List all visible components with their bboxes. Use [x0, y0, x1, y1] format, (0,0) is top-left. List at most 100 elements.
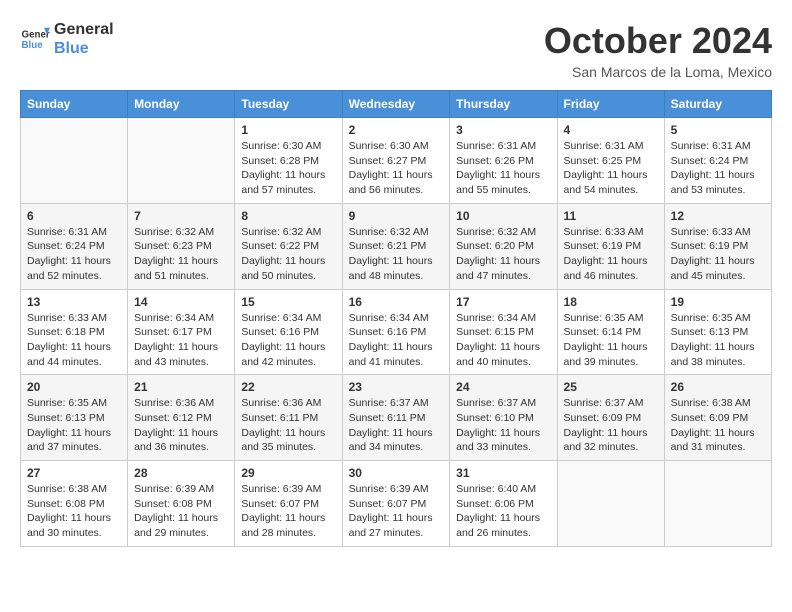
page-header: General Blue General Blue October 2024 S… [20, 20, 772, 80]
day-number: 28 [134, 466, 228, 480]
day-cell: 30 Sunrise: 6:39 AMSunset: 6:07 PMDayligh… [342, 461, 450, 547]
day-info: Sunrise: 6:32 AMSunset: 6:22 PMDaylight:… [241, 225, 335, 284]
day-info: Sunrise: 6:38 AMSunset: 6:09 PMDaylight:… [671, 396, 765, 455]
day-number: 18 [564, 295, 658, 309]
month-title: October 2024 [544, 20, 772, 62]
day-number: 17 [456, 295, 550, 309]
day-info: Sunrise: 6:34 AMSunset: 6:15 PMDaylight:… [456, 311, 550, 370]
day-cell: 10 Sunrise: 6:32 AMSunset: 6:20 PMDayligh… [450, 203, 557, 289]
day-cell: 24Sunrise: 6:37 AMSunset: 6:10 PMDayligh… [450, 375, 557, 461]
day-info: Sunrise: 6:32 AMSunset: 6:20 PMDaylight:… [456, 225, 550, 284]
day-number: 22 [241, 380, 335, 394]
day-info: Sunrise: 6:31 AMSunset: 6:24 PMDaylight:… [27, 225, 121, 284]
day-info: Sunrise: 6:39 AMSunset: 6:07 PMDaylight:… [241, 482, 335, 541]
day-info: Sunrise: 6:35 AMSunset: 6:13 PMDaylight:… [671, 311, 765, 370]
day-number: 19 [671, 295, 765, 309]
day-info: Sunrise: 6:39 AMSunset: 6:07 PMDaylight:… [349, 482, 444, 541]
day-number: 25 [564, 380, 658, 394]
logo-line2: Blue [54, 39, 114, 58]
day-number: 15 [241, 295, 335, 309]
day-info: Sunrise: 6:34 AMSunset: 6:17 PMDaylight:… [134, 311, 228, 370]
day-number: 3 [456, 123, 550, 137]
day-cell: 3 Sunrise: 6:31 AMSunset: 6:26 PMDaylight… [450, 118, 557, 204]
day-cell: 19 Sunrise: 6:35 AMSunset: 6:13 PMDayligh… [664, 289, 771, 375]
day-info: Sunrise: 6:37 AMSunset: 6:10 PMDaylight:… [456, 396, 550, 455]
day-cell: 18 Sunrise: 6:35 AMSunset: 6:14 PMDayligh… [557, 289, 664, 375]
day-cell [21, 118, 128, 204]
day-info: Sunrise: 6:32 AMSunset: 6:23 PMDaylight:… [134, 225, 228, 284]
day-info: Sunrise: 6:30 AMSunset: 6:27 PMDaylight:… [349, 139, 444, 198]
day-header-wednesday: Wednesday [342, 91, 450, 118]
day-info: Sunrise: 6:32 AMSunset: 6:21 PMDaylight:… [349, 225, 444, 284]
day-number: 11 [564, 209, 658, 223]
day-cell [664, 461, 771, 547]
day-cell: 8 Sunrise: 6:32 AMSunset: 6:22 PMDaylight… [235, 203, 342, 289]
day-cell: 25 Sunrise: 6:37 AMSunset: 6:09 PMDayligh… [557, 375, 664, 461]
day-info: Sunrise: 6:33 AMSunset: 6:19 PMDaylight:… [671, 225, 765, 284]
day-cell: 6 Sunrise: 6:31 AMSunset: 6:24 PMDaylight… [21, 203, 128, 289]
day-header-monday: Monday [128, 91, 235, 118]
day-number: 7 [134, 209, 228, 223]
calendar-table: SundayMondayTuesdayWednesdayThursdayFrid… [20, 90, 772, 547]
day-cell: 12 Sunrise: 6:33 AMSunset: 6:19 PMDayligh… [664, 203, 771, 289]
logo: General Blue General Blue [20, 20, 114, 58]
day-number: 10 [456, 209, 550, 223]
logo-icon: General Blue [20, 24, 50, 54]
day-cell: 20 Sunrise: 6:35 AMSunset: 6:13 PMDayligh… [21, 375, 128, 461]
day-info: Sunrise: 6:31 AMSunset: 6:26 PMDaylight:… [456, 139, 550, 198]
day-number: 30 [349, 466, 444, 480]
day-number: 21 [134, 380, 228, 394]
day-info: Sunrise: 6:38 AMSunset: 6:08 PMDaylight:… [27, 482, 121, 541]
day-header-tuesday: Tuesday [235, 91, 342, 118]
day-info: Sunrise: 6:35 AMSunset: 6:14 PMDaylight:… [564, 311, 658, 370]
day-cell: 23 Sunrise: 6:37 AMSunset: 6:11 PMDayligh… [342, 375, 450, 461]
day-cell [557, 461, 664, 547]
day-cell: 17 Sunrise: 6:34 AMSunset: 6:15 PMDayligh… [450, 289, 557, 375]
day-number: 1 [241, 123, 335, 137]
day-number: 31 [456, 466, 550, 480]
day-cell: 27Sunrise: 6:38 AMSunset: 6:08 PMDayligh… [21, 461, 128, 547]
day-cell: 1Sunrise: 6:30 AMSunset: 6:28 PMDaylight… [235, 118, 342, 204]
day-cell: 7 Sunrise: 6:32 AMSunset: 6:23 PMDaylight… [128, 203, 235, 289]
day-cell: 26 Sunrise: 6:38 AMSunset: 6:09 PMDayligh… [664, 375, 771, 461]
day-cell: 21Sunrise: 6:36 AMSunset: 6:12 PMDayligh… [128, 375, 235, 461]
day-cell: 14Sunrise: 6:34 AMSunset: 6:17 PMDayligh… [128, 289, 235, 375]
day-number: 4 [564, 123, 658, 137]
week-row-3: 13Sunrise: 6:33 AMSunset: 6:18 PMDayligh… [21, 289, 772, 375]
day-cell: 29Sunrise: 6:39 AMSunset: 6:07 PMDayligh… [235, 461, 342, 547]
day-number: 23 [349, 380, 444, 394]
day-cell: 11 Sunrise: 6:33 AMSunset: 6:19 PMDayligh… [557, 203, 664, 289]
day-cell: 31 Sunrise: 6:40 AMSunset: 6:06 PMDayligh… [450, 461, 557, 547]
logo-line1: General [54, 20, 114, 39]
day-number: 6 [27, 209, 121, 223]
day-info: Sunrise: 6:35 AMSunset: 6:13 PMDaylight:… [27, 396, 121, 455]
title-block: October 2024 San Marcos de la Loma, Mexi… [544, 20, 772, 80]
location: San Marcos de la Loma, Mexico [544, 64, 772, 80]
day-cell: 28 Sunrise: 6:39 AMSunset: 6:08 PMDayligh… [128, 461, 235, 547]
week-row-1: 1Sunrise: 6:30 AMSunset: 6:28 PMDaylight… [21, 118, 772, 204]
day-cell: 2Sunrise: 6:30 AMSunset: 6:27 PMDaylight… [342, 118, 450, 204]
day-info: Sunrise: 6:37 AMSunset: 6:11 PMDaylight:… [349, 396, 444, 455]
day-cell: 4 Sunrise: 6:31 AMSunset: 6:25 PMDaylight… [557, 118, 664, 204]
day-cell: 15Sunrise: 6:34 AMSunset: 6:16 PMDayligh… [235, 289, 342, 375]
day-info: Sunrise: 6:39 AMSunset: 6:08 PMDaylight:… [134, 482, 228, 541]
day-number: 12 [671, 209, 765, 223]
week-row-5: 27Sunrise: 6:38 AMSunset: 6:08 PMDayligh… [21, 461, 772, 547]
day-number: 13 [27, 295, 121, 309]
day-cell [128, 118, 235, 204]
day-info: Sunrise: 6:33 AMSunset: 6:19 PMDaylight:… [564, 225, 658, 284]
day-cell: 9Sunrise: 6:32 AMSunset: 6:21 PMDaylight… [342, 203, 450, 289]
day-cell: 13Sunrise: 6:33 AMSunset: 6:18 PMDayligh… [21, 289, 128, 375]
header-row: SundayMondayTuesdayWednesdayThursdayFrid… [21, 91, 772, 118]
day-cell: 22 Sunrise: 6:36 AMSunset: 6:11 PMDayligh… [235, 375, 342, 461]
day-info: Sunrise: 6:37 AMSunset: 6:09 PMDaylight:… [564, 396, 658, 455]
day-number: 26 [671, 380, 765, 394]
day-info: Sunrise: 6:31 AMSunset: 6:25 PMDaylight:… [564, 139, 658, 198]
week-row-2: 6 Sunrise: 6:31 AMSunset: 6:24 PMDaylight… [21, 203, 772, 289]
day-number: 20 [27, 380, 121, 394]
day-info: Sunrise: 6:36 AMSunset: 6:11 PMDaylight:… [241, 396, 335, 455]
day-info: Sunrise: 6:40 AMSunset: 6:06 PMDaylight:… [456, 482, 550, 541]
svg-text:Blue: Blue [22, 40, 44, 51]
day-number: 8 [241, 209, 335, 223]
day-cell: 5Sunrise: 6:31 AMSunset: 6:24 PMDaylight… [664, 118, 771, 204]
